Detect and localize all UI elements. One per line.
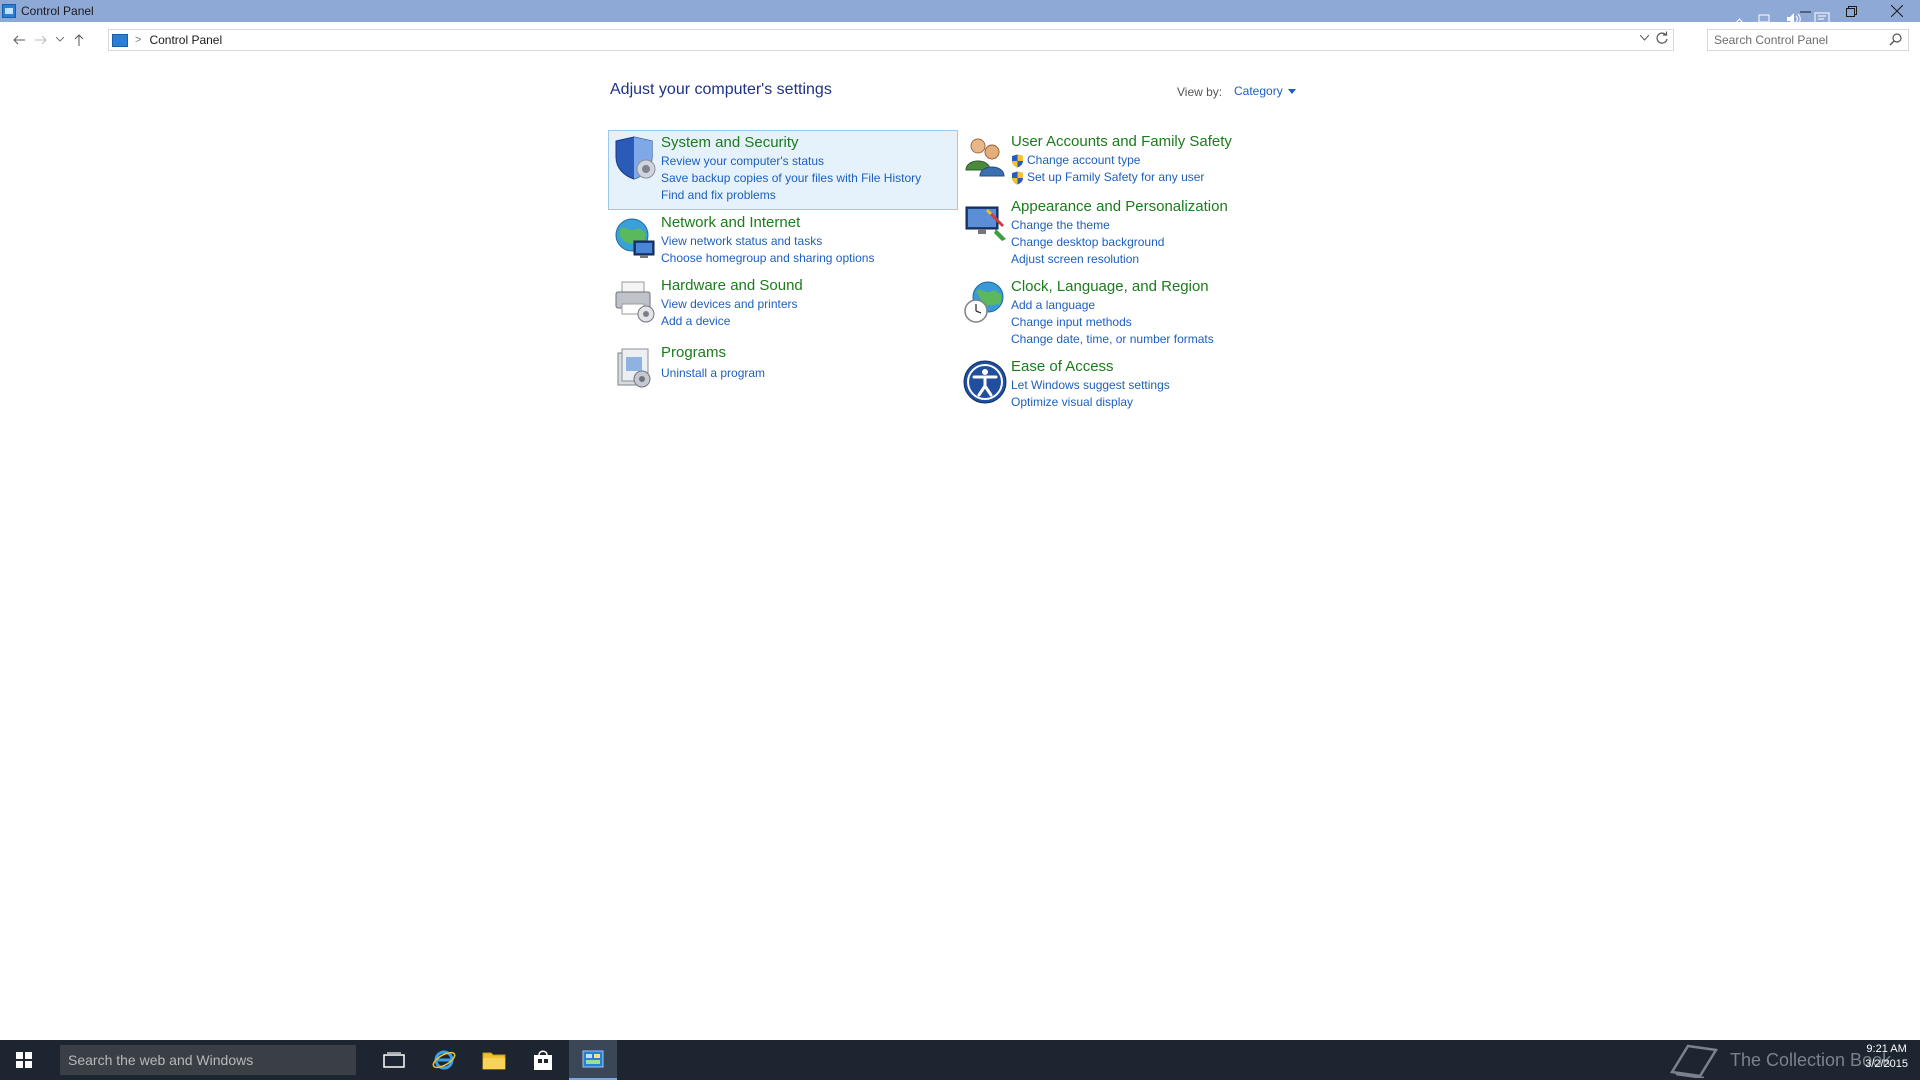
- task-view-button[interactable]: [370, 1040, 418, 1080]
- window-title: Control Panel: [21, 4, 94, 18]
- link-screen-resolution[interactable]: Adjust screen resolution: [1011, 251, 1228, 268]
- chevron-down-icon: [56, 37, 64, 42]
- view-by-value[interactable]: Category: [1234, 84, 1283, 98]
- users-icon: [959, 130, 1011, 186]
- forward-button[interactable]: [30, 28, 52, 52]
- up-button[interactable]: [68, 28, 90, 52]
- category-title[interactable]: User Accounts and Family Safety: [1011, 133, 1232, 150]
- category-title[interactable]: Programs: [661, 344, 765, 361]
- page-title: Adjust your computer's settings: [610, 81, 832, 98]
- task-view-icon: [383, 1052, 405, 1068]
- category-appearance[interactable]: Appearance and Personalization Change th…: [959, 195, 1309, 269]
- clock-time: 9:21 AM: [1866, 1043, 1907, 1055]
- link-change-theme[interactable]: Change the theme: [1011, 217, 1228, 234]
- restore-button[interactable]: [1828, 0, 1874, 22]
- control-panel-icon: [112, 33, 128, 47]
- view-by-dropdown[interactable]: Category: [1234, 84, 1296, 98]
- folder-icon: [482, 1052, 506, 1070]
- windows-logo-icon: [16, 1052, 32, 1068]
- action-center-icon[interactable]: [1814, 12, 1830, 29]
- link-network-status[interactable]: View network status and tasks: [661, 233, 874, 250]
- system-tray: [1734, 0, 1830, 40]
- view-by-label: View by:: [1177, 85, 1223, 99]
- taskbar-control-panel[interactable]: [569, 1040, 617, 1080]
- forward-arrow-icon: [35, 35, 47, 45]
- link-uninstall-program[interactable]: Uninstall a program: [661, 365, 765, 382]
- category-programs[interactable]: Programs Uninstall a program: [609, 341, 959, 393]
- store-bag-icon: [534, 1050, 552, 1070]
- chevron-up-icon[interactable]: [1734, 13, 1745, 27]
- watermark: The Collection Book: [1668, 1040, 1891, 1080]
- category-title[interactable]: System and Security: [661, 134, 921, 151]
- shield-icon: [609, 131, 661, 187]
- back-button[interactable]: [8, 28, 30, 52]
- control-panel-icon: [582, 1050, 604, 1068]
- link-label[interactable]: Set up Family Safety for any user: [1027, 169, 1204, 186]
- close-icon: [1891, 5, 1903, 17]
- book-watermark-icon: [1669, 1044, 1719, 1078]
- category-title[interactable]: Appearance and Personalization: [1011, 198, 1228, 215]
- address-bar[interactable]: > Control Panel: [108, 29, 1674, 51]
- taskbar-search-box[interactable]: [60, 1045, 356, 1075]
- clock-globe-icon: [959, 275, 1011, 331]
- category-user-accounts[interactable]: User Accounts and Family Safety Change a…: [959, 130, 1309, 192]
- up-arrow-icon: [74, 34, 84, 46]
- taskbar-store[interactable]: [519, 1040, 567, 1080]
- clock-date: 3/2/2015: [1865, 1058, 1908, 1070]
- link-optimize-visual-display[interactable]: Optimize visual display: [1011, 394, 1170, 411]
- control-panel-app-icon: [2, 4, 16, 18]
- category-title[interactable]: Ease of Access: [1011, 358, 1170, 375]
- refresh-icon[interactable]: [1655, 31, 1669, 48]
- link-review-status[interactable]: Review your computer's status: [661, 153, 921, 170]
- taskbar-search-input[interactable]: [68, 1052, 348, 1068]
- restore-icon: [1845, 5, 1857, 17]
- link-devices-printers[interactable]: View devices and printers: [661, 296, 803, 313]
- appearance-icon: [959, 195, 1011, 251]
- link-homegroup-sharing[interactable]: Choose homegroup and sharing options: [661, 250, 874, 267]
- programs-icon: [609, 341, 661, 397]
- taskbar-internet-explorer[interactable]: [420, 1040, 468, 1080]
- category-hardware-and-sound[interactable]: Hardware and Sound View devices and prin…: [609, 274, 959, 336]
- dropdown-caret-icon: [1287, 88, 1296, 94]
- link-input-methods[interactable]: Change input methods: [1011, 314, 1214, 331]
- category-title[interactable]: Network and Internet: [661, 214, 874, 231]
- link-add-language[interactable]: Add a language: [1011, 297, 1214, 314]
- taskbar-clock[interactable]: 9:21 AM 3/2/2015: [1865, 1042, 1908, 1072]
- network-icon[interactable]: [1758, 12, 1774, 29]
- link-file-history[interactable]: Save backup copies of your files with Fi…: [661, 170, 921, 187]
- link-family-safety[interactable]: Set up Family Safety for any user: [1011, 169, 1232, 186]
- category-title[interactable]: Clock, Language, and Region: [1011, 278, 1214, 295]
- category-clock-language-region[interactable]: Clock, Language, and Region Add a langua…: [959, 275, 1309, 349]
- category-title[interactable]: Hardware and Sound: [661, 277, 803, 294]
- ease-of-access-icon: [959, 355, 1011, 411]
- recent-locations-button[interactable]: [52, 28, 68, 52]
- uac-shield-icon: [1012, 171, 1023, 184]
- start-button[interactable]: [0, 1040, 48, 1080]
- category-network-and-internet[interactable]: Network and Internet View network status…: [609, 211, 959, 273]
- link-find-fix-problems[interactable]: Find and fix problems: [661, 187, 921, 204]
- volume-icon[interactable]: [1786, 12, 1802, 29]
- link-add-device[interactable]: Add a device: [661, 313, 803, 330]
- internet-explorer-icon: [432, 1050, 456, 1070]
- globe-network-icon: [609, 211, 661, 267]
- taskbar-file-explorer[interactable]: [470, 1040, 518, 1080]
- address-dropdown-icon[interactable]: [1639, 33, 1650, 44]
- title-bar[interactable]: Control Panel: [0, 0, 1920, 22]
- category-ease-of-access[interactable]: Ease of Access Let Windows suggest setti…: [959, 355, 1309, 417]
- link-date-time-formats[interactable]: Change date, time, or number formats: [1011, 331, 1214, 348]
- breadcrumb-control-panel[interactable]: Control Panel: [149, 33, 222, 47]
- chevron-right-icon: >: [135, 34, 142, 46]
- link-desktop-background[interactable]: Change desktop background: [1011, 234, 1228, 251]
- link-change-account-type[interactable]: Change account type: [1011, 152, 1232, 169]
- link-label[interactable]: Change account type: [1027, 152, 1140, 169]
- link-windows-suggest-settings[interactable]: Let Windows suggest settings: [1011, 377, 1170, 394]
- uac-shield-icon: [1012, 154, 1023, 167]
- search-icon[interactable]: [1889, 33, 1902, 49]
- category-system-and-security[interactable]: System and Security Review your computer…: [608, 130, 958, 210]
- taskbar: [0, 1040, 1920, 1080]
- back-arrow-icon: [13, 35, 25, 45]
- address-row: > Control Panel: [0, 22, 1920, 58]
- printer-icon: [609, 274, 661, 330]
- close-button[interactable]: [1874, 0, 1920, 22]
